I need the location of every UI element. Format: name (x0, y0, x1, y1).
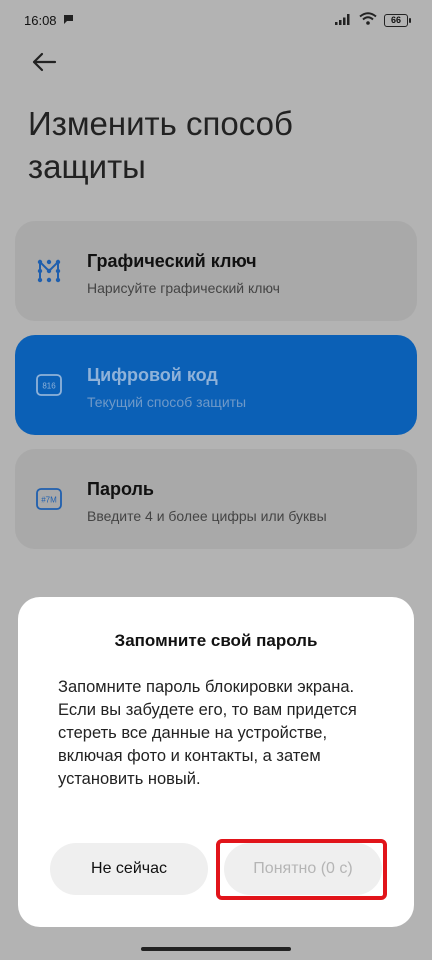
back-button[interactable] (26, 46, 62, 82)
wifi-icon (359, 12, 377, 28)
option-title: Пароль (87, 479, 154, 499)
pin-icon: 816 (35, 371, 63, 399)
status-right: 66 (335, 12, 411, 28)
pin-icon-text: 816 (42, 382, 56, 391)
option-title: Цифровой код (87, 365, 218, 385)
password-icon-text: #7M (41, 496, 57, 505)
password-icon: #7M (35, 485, 63, 513)
not-now-button[interactable]: Не сейчас (50, 843, 208, 895)
option-subtitle: Нарисуйте графический ключ (87, 280, 280, 296)
signal-icon (335, 13, 352, 28)
status-time: 16:08 (24, 12, 57, 28)
option-subtitle: Введите 4 и более цифры или буквы (87, 508, 327, 524)
highlight-box (216, 839, 387, 900)
pattern-icon (35, 257, 63, 285)
option-text: Графический ключ Нарисуйте графический к… (87, 251, 280, 296)
option-text: Пароль Введите 4 и более цифры или буквы (87, 479, 327, 524)
option-pattern[interactable]: Графический ключ Нарисуйте графический к… (15, 221, 417, 321)
dialog-message: Запомните пароль блокировки экрана. Если… (58, 678, 357, 788)
arrow-left-icon (31, 52, 57, 77)
option-subtitle: Текущий способ защиты (87, 394, 247, 410)
option-pin[interactable]: 816 Цифровой код Текущий способ защиты (15, 335, 417, 435)
chat-bubble-icon (63, 13, 74, 28)
option-password[interactable]: #7M Пароль Введите 4 и более цифры или б… (15, 449, 417, 549)
nav-gesture-handle[interactable] (141, 947, 291, 951)
option-text: Цифровой код Текущий способ защиты (87, 365, 246, 410)
battery-icon: 66 (384, 13, 411, 27)
page-title: Изменить способ защиты (28, 105, 293, 185)
dialog-title: Запомните свой пароль (114, 631, 318, 650)
status-left: 16:08 (24, 13, 74, 28)
option-title: Графический ключ (87, 251, 257, 271)
status-bar: 16:08 66 (0, 0, 432, 40)
